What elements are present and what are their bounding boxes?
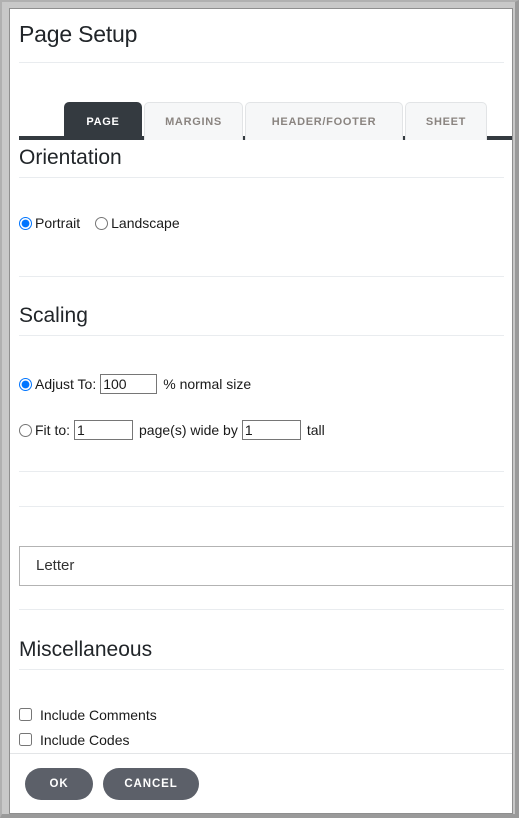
scaling-row-gap — [19, 395, 512, 419]
adjust-to-input[interactable] — [100, 374, 158, 394]
adjust-to-label: Adjust To: — [35, 376, 97, 392]
adjust-to-row: Adjust To: % normal size — [19, 373, 512, 395]
include-codes-checkbox[interactable] — [19, 733, 32, 746]
title-divider — [19, 62, 504, 63]
paper-gap — [10, 507, 512, 543]
ok-button[interactable]: OK — [25, 768, 93, 800]
cancel-button[interactable]: CANCEL — [103, 768, 199, 800]
window-frame: Page Setup PAGE MARGINS HEADER/FOOTER SH… — [0, 0, 519, 818]
include-comments-row: Include Comments — [19, 702, 512, 727]
include-codes-label: Include Codes — [40, 731, 130, 748]
dialog-scroll-body[interactable]: Page Setup PAGE MARGINS HEADER/FOOTER SH… — [10, 9, 512, 753]
fit-to-label: Fit to: — [35, 422, 71, 438]
scaling-bottom-spacer — [10, 441, 512, 471]
orientation-bottom-spacer — [10, 234, 512, 276]
include-codes-row: Include Codes — [19, 727, 512, 752]
tab-page[interactable]: PAGE — [64, 102, 142, 140]
orientation-top-spacer — [10, 178, 512, 212]
fit-to-radio[interactable] — [19, 423, 32, 437]
portrait-radio[interactable] — [19, 216, 32, 230]
scaling-gap — [10, 336, 512, 373]
landscape-label: Landscape — [111, 215, 180, 231]
scaling-options: Adjust To: % normal size Fit to: page(s)… — [10, 373, 512, 441]
include-comments-checkbox[interactable] — [19, 708, 32, 721]
adjust-to-radio[interactable] — [19, 377, 32, 391]
tab-header-footer[interactable]: HEADER/FOOTER — [245, 102, 403, 140]
tab-margins[interactable]: MARGINS — [144, 102, 243, 140]
landscape-radio[interactable] — [95, 216, 109, 230]
paper-bottom-spacer — [10, 586, 512, 609]
orientation-heading: Orientation — [19, 146, 122, 169]
orientation-options: Portrait Landscape — [10, 212, 512, 234]
paper-size-select[interactable]: Letter — [19, 546, 512, 586]
fit-pages-wide-input[interactable] — [74, 420, 134, 440]
paper-size-field: Letter — [10, 546, 512, 586]
fit-pages-tall-input[interactable] — [241, 420, 301, 440]
scaling-heading: Scaling — [19, 304, 88, 327]
fit-to-suffix: tall — [306, 422, 325, 438]
fit-to-middle-label: page(s) wide by — [139, 422, 238, 438]
footer-buttons: OK CANCEL — [10, 754, 512, 800]
portrait-label: Portrait — [35, 215, 81, 231]
page-title: Page Setup — [19, 21, 138, 47]
dialog-footer: OK CANCEL — [10, 753, 512, 813]
paper-top-spacer — [10, 472, 512, 506]
page-setup-dialog: Page Setup PAGE MARGINS HEADER/FOOTER SH… — [9, 8, 513, 814]
fit-to-row: Fit to: page(s) wide by tall — [19, 419, 512, 441]
tab-sheet[interactable]: SHEET — [405, 102, 487, 140]
orientation-radio-row: Portrait Landscape — [19, 212, 512, 234]
include-comments-label: Include Comments — [40, 706, 157, 723]
scaling-top-spacer — [10, 277, 512, 298]
miscellaneous-options: Include Comments Include Codes — [10, 702, 512, 752]
adjust-to-suffix: % normal size — [163, 376, 252, 392]
misc-top-spacer — [10, 610, 512, 632]
misc-gap — [10, 670, 512, 702]
tab-bar: PAGE MARGINS HEADER/FOOTER SHEET — [10, 86, 512, 140]
miscellaneous-heading: Miscellaneous — [19, 638, 153, 661]
